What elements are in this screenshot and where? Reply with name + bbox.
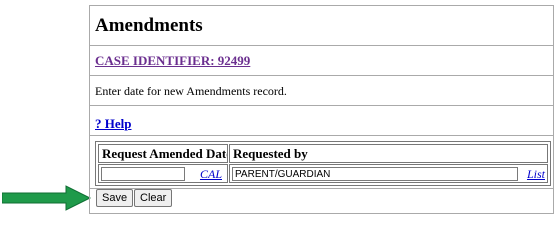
divider — [90, 135, 553, 136]
amendment-entry-table: Request Amended Date Requested by CAL PA… — [95, 141, 551, 186]
divider — [90, 105, 553, 106]
requested-by-input[interactable]: PARENT/GUARDIAN — [232, 167, 518, 181]
instruction-text: Enter date for new Amendments record. — [95, 84, 287, 98]
page-title: Amendments — [95, 15, 203, 36]
case-identifier-link[interactable]: CASE IDENTIFIER: 92499 — [95, 53, 250, 69]
list-link[interactable]: List — [527, 167, 545, 182]
date-cell: CAL — [98, 164, 228, 183]
amendments-panel: Amendments CASE IDENTIFIER: 92499 Enter … — [89, 5, 554, 214]
request-amended-date-input[interactable] — [101, 167, 185, 181]
help-link[interactable]: ? Help — [95, 116, 131, 132]
column-header-requested-by: Requested by — [229, 144, 548, 163]
save-button[interactable]: Save — [96, 189, 134, 207]
divider — [90, 45, 553, 46]
requested-by-cell: PARENT/GUARDIAN List — [229, 164, 548, 183]
divider — [90, 75, 553, 76]
clear-button[interactable]: Clear — [134, 189, 173, 207]
calendar-link[interactable]: CAL — [200, 167, 222, 182]
pointer-arrow-icon — [2, 185, 92, 211]
column-header-request-amended-date: Request Amended Date — [98, 144, 228, 163]
